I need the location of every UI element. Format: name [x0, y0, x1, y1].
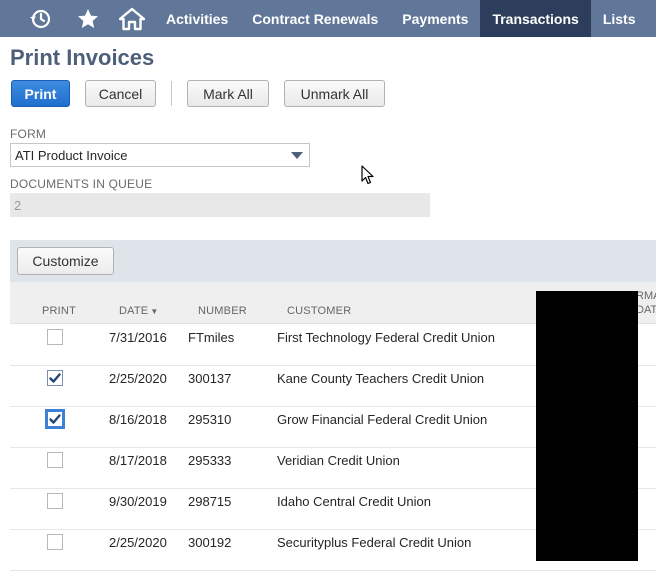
row-customer: Kane County Teachers Credit Union	[277, 371, 485, 386]
unmark-all-button[interactable]: Unmark All	[284, 80, 385, 107]
column-header-number[interactable]: NUMBER	[198, 305, 247, 317]
nav-tab-activities[interactable]: Activities	[154, 0, 240, 37]
top-navigation: Activities Contract Renewals Payments Tr…	[0, 0, 656, 37]
page-title: Print Invoices	[10, 45, 155, 70]
row-date: 8/16/2018	[109, 412, 167, 427]
row-customer: Veridian Credit Union	[277, 453, 400, 468]
mouse-cursor-icon	[361, 165, 375, 191]
row-customer: Grow Financial Federal Credit Union	[277, 412, 488, 427]
row-number[interactable]: FTmiles	[188, 330, 234, 345]
column-header-customer[interactable]: CUSTOMER	[287, 305, 351, 317]
print-button[interactable]: Print	[11, 80, 70, 107]
row-date: 8/17/2018	[109, 453, 167, 468]
print-checkbox[interactable]	[47, 534, 63, 550]
column-header-date-label: DATE	[119, 305, 149, 317]
nav-tab-contract-renewals[interactable]: Contract Renewals	[240, 0, 390, 37]
row-number[interactable]: 295310	[188, 412, 231, 427]
checkmark-icon	[49, 414, 61, 424]
row-number[interactable]: 298715	[188, 494, 231, 509]
column-header-date[interactable]: DATE ▼	[119, 305, 158, 317]
documents-in-queue-value: 2	[14, 197, 22, 213]
row-date: 9/30/2019	[109, 494, 167, 509]
nav-tab-lists[interactable]: Lists	[591, 0, 648, 37]
documents-in-queue-label: DOCUMENTS IN QUEUE	[10, 177, 153, 191]
nav-tab-payments[interactable]: Payments	[390, 0, 480, 37]
row-date: 2/25/2020	[109, 535, 167, 550]
cancel-button[interactable]: Cancel	[85, 80, 156, 107]
form-select-value: ATI Product Invoice	[15, 147, 128, 163]
column-header-partial[interactable]: RMA DATE	[636, 289, 656, 317]
home-icon[interactable]	[110, 0, 154, 37]
checkmark-icon	[49, 373, 61, 383]
row-customer: First Technology Federal Credit Union	[277, 330, 495, 345]
row-customer: Idaho Central Credit Union	[277, 494, 431, 509]
print-checkbox[interactable]	[47, 329, 63, 345]
row-number[interactable]: 300192	[188, 535, 231, 550]
column-header-partial-line1: RMA	[636, 290, 656, 302]
row-number[interactable]: 300137	[188, 371, 231, 386]
column-header-print[interactable]: PRINT	[42, 305, 76, 317]
star-icon[interactable]	[66, 0, 110, 37]
column-header-partial-line2: DATE	[636, 304, 656, 316]
button-divider	[171, 81, 172, 106]
redaction-block	[536, 291, 638, 561]
mark-all-button[interactable]: Mark All	[187, 80, 269, 107]
row-number[interactable]: 295333	[188, 453, 231, 468]
row-date: 7/31/2016	[109, 330, 167, 345]
print-checkbox[interactable]	[45, 409, 65, 429]
documents-in-queue-field: 2	[10, 193, 430, 217]
nav-tab-transactions[interactable]: Transactions	[480, 0, 591, 37]
dropdown-arrow-icon[interactable]	[291, 152, 303, 159]
print-checkbox[interactable]	[47, 452, 63, 468]
customize-button[interactable]: Customize	[17, 247, 114, 275]
sort-descending-icon: ▼	[150, 307, 159, 316]
form-select[interactable]: ATI Product Invoice	[10, 143, 310, 167]
row-customer: Securityplus Federal Credit Union	[277, 535, 472, 550]
row-date: 2/25/2020	[109, 371, 167, 386]
print-checkbox[interactable]	[47, 493, 63, 509]
recent-icon[interactable]	[14, 0, 66, 37]
print-checkbox[interactable]	[47, 370, 63, 386]
form-label: FORM	[10, 127, 47, 141]
